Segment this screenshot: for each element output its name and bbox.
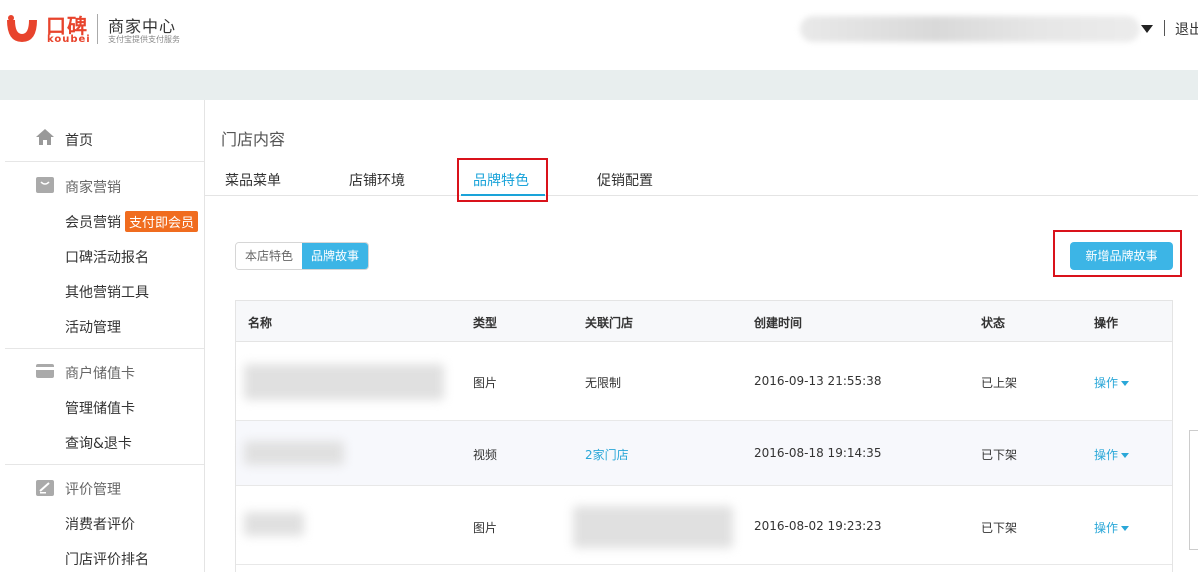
edit-icon: [36, 480, 54, 496]
table-row: 视频 2家门店 2016-08-18 19:14:35 已下架 操作: [236, 421, 1172, 486]
tab-promotion-config[interactable]: 促销配置: [597, 170, 653, 190]
sidebar: 首页 商家营销 会员营销 支付即会员 口碑活动报名 其他营销工具 活动管理 商户储…: [5, 100, 205, 572]
sidebar-item-home[interactable]: 首页: [65, 130, 93, 150]
sidebar-group-marketing[interactable]: 商家营销: [65, 177, 121, 197]
table-row: 图片 无限制 2016-09-13 21:55:38 已上架 操作: [236, 342, 1172, 421]
name-blurred: [244, 512, 304, 536]
sidebar-divider: [5, 464, 204, 465]
sidebar-item-activity-management[interactable]: 活动管理: [65, 317, 121, 337]
sidebar-item-member-marketing[interactable]: 会员营销 支付即会员: [65, 211, 199, 232]
row-action-dropdown[interactable]: 操作: [1094, 446, 1130, 463]
sidebar-item-koubei-activity[interactable]: 口碑活动报名: [65, 247, 149, 267]
column-header-store: 关联门店: [585, 316, 634, 330]
sidebar-group-stored-value-card[interactable]: 商户储值卡: [65, 363, 135, 383]
page-title: 门店内容: [221, 130, 286, 149]
logo-divider: [97, 14, 98, 44]
row-action-dropdown[interactable]: 操作: [1094, 519, 1130, 536]
card-icon: [36, 364, 54, 378]
column-header-created: 创建时间: [754, 316, 803, 330]
row-status: 已下架: [981, 521, 1018, 535]
sidebar-group-review-management[interactable]: 评价管理: [65, 479, 121, 499]
row-status: 已下架: [981, 448, 1018, 462]
row-type: 图片: [473, 376, 498, 390]
logo-subtext: koubei: [47, 34, 91, 45]
sidebar-item-manage-card[interactable]: 管理储值卡: [65, 398, 135, 418]
toggle-brand-story[interactable]: 品牌故事: [302, 243, 369, 269]
account-dropdown-icon[interactable]: [1141, 25, 1153, 33]
row-action-label: 操作: [1094, 376, 1119, 390]
main-content: 门店内容 菜品菜单 店铺环境 品牌特色 促销配置 本店特色 品牌故事 新增品牌故…: [205, 100, 1198, 572]
floating-side-tab[interactable]: [1189, 430, 1198, 550]
column-header-actions: 操作: [1094, 316, 1119, 330]
row-type: 图片: [473, 521, 498, 535]
column-header-type: 类型: [473, 316, 498, 330]
content-type-toggle: 本店特色 品牌故事: [235, 242, 370, 270]
caret-down-icon: [1121, 381, 1130, 386]
table-header: 名称 类型 关联门店 创建时间 状态 操作: [236, 301, 1172, 342]
row-store-link[interactable]: 2家门店: [585, 446, 629, 463]
home-icon: [36, 129, 54, 145]
sidebar-divider: [5, 348, 204, 349]
gift-icon: [36, 177, 54, 193]
row-store: 无限制: [585, 376, 622, 390]
header-divider: [1164, 20, 1165, 36]
column-header-name: 名称: [248, 316, 273, 330]
top-header: 口碑 koubei 商家中心 支付宝提供支付服务 退出: [0, 0, 1198, 70]
koubei-logo-icon[interactable]: [5, 14, 39, 44]
highlight-box-tab: [457, 158, 548, 202]
row-created: 2016-09-13 21:55:38: [754, 374, 882, 388]
sidebar-item-consumer-reviews[interactable]: 消费者评价: [65, 514, 135, 534]
header-band: [0, 70, 1198, 100]
caret-down-icon: [1121, 453, 1130, 458]
tab-dishes-menu[interactable]: 菜品菜单: [225, 170, 281, 190]
row-created: 2016-08-18 19:14:35: [754, 446, 882, 460]
brand-subtitle: 支付宝提供支付服务: [108, 35, 180, 44]
row-type: 视频: [473, 448, 498, 462]
store-blurred: [573, 506, 733, 548]
sidebar-item-label: 会员营销: [65, 215, 121, 231]
promo-badge: 支付即会员: [125, 211, 199, 232]
sidebar-divider: [5, 161, 204, 162]
row-action-label: 操作: [1094, 448, 1119, 462]
name-blurred: [244, 364, 444, 400]
row-action-label: 操作: [1094, 521, 1119, 535]
sidebar-item-store-ranking[interactable]: 门店评价排名: [65, 549, 149, 569]
sidebar-item-other-tools[interactable]: 其他营销工具: [65, 282, 149, 302]
name-blurred: [244, 441, 344, 465]
toggle-store-features[interactable]: 本店特色: [236, 243, 303, 269]
sidebar-item-query-refund[interactable]: 查询&退卡: [65, 433, 132, 453]
tab-store-environment[interactable]: 店铺环境: [349, 170, 405, 190]
row-status: 已上架: [981, 376, 1018, 390]
column-header-status: 状态: [981, 316, 1006, 330]
row-created: 2016-08-02 19:23:23: [754, 519, 882, 533]
highlight-box-button: [1053, 230, 1182, 277]
brand-story-table: 名称 类型 关联门店 创建时间 状态 操作 图片 无限制 2016-09-13 …: [235, 300, 1173, 572]
tabs-divider: [205, 195, 1198, 196]
logout-link[interactable]: 退出: [1175, 19, 1198, 39]
table-row: 图片 2016-08-02 19:23:23 已下架 操作: [236, 486, 1172, 565]
row-action-dropdown[interactable]: 操作: [1094, 374, 1130, 391]
account-name-blurred[interactable]: [800, 16, 1140, 42]
caret-down-icon: [1121, 526, 1130, 531]
